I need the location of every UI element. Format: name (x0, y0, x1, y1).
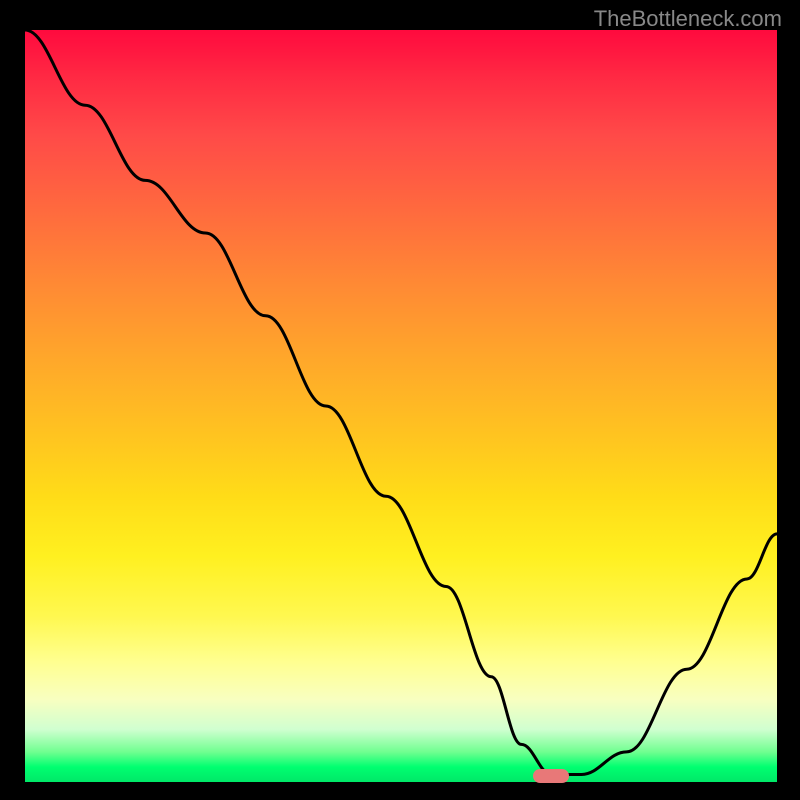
optimal-marker (533, 769, 569, 783)
chart-gradient-background (25, 30, 777, 782)
watermark-text: TheBottleneck.com (594, 6, 782, 32)
